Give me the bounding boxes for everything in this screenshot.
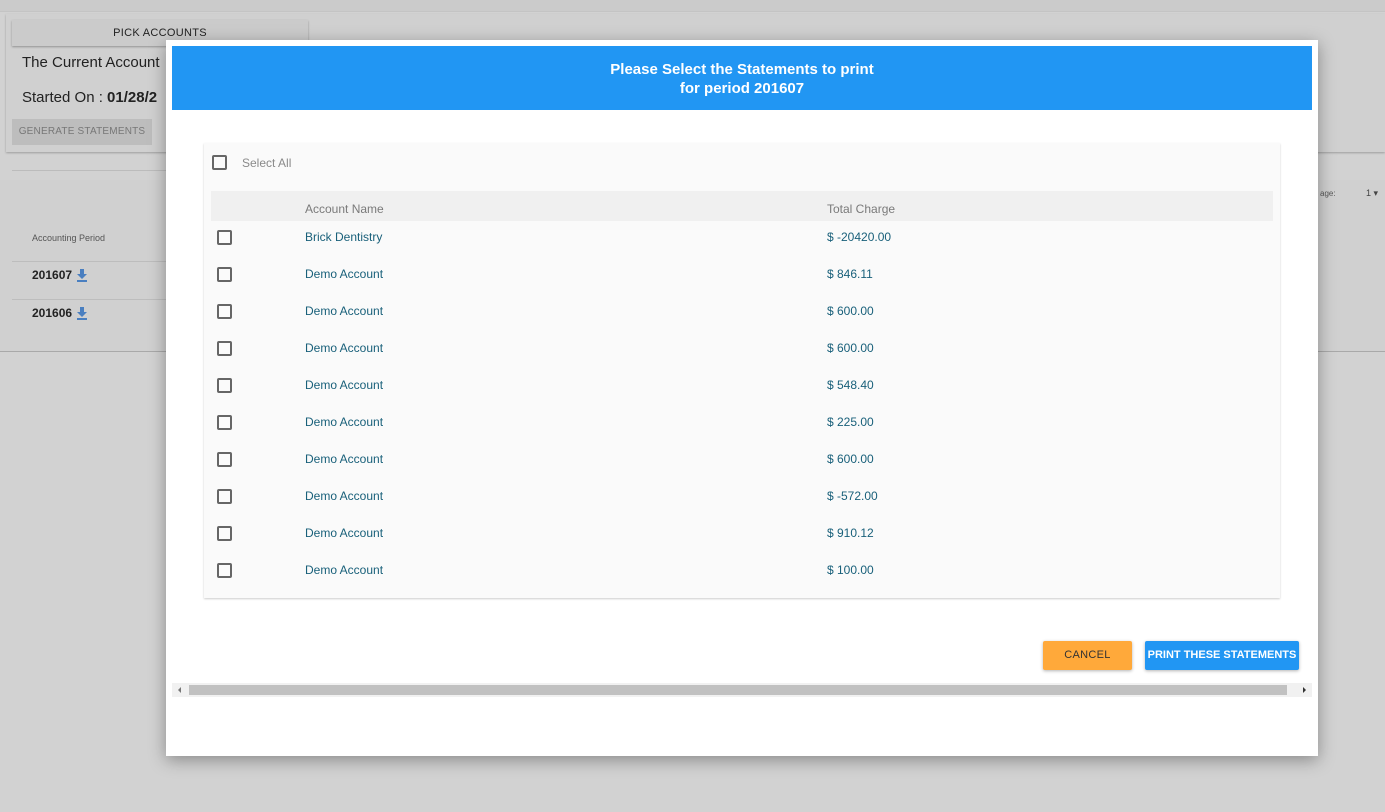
table-row: Demo Account $ 846.11 [211, 264, 1273, 301]
table-row: Brick Dentistry $ -20420.00 [211, 227, 1273, 264]
divider [12, 170, 166, 171]
generate-statements-button[interactable]: GENERATE STATEMENTS [12, 119, 152, 145]
scroll-right-icon[interactable] [1296, 683, 1312, 697]
cancel-button[interactable]: CANCEL [1043, 641, 1132, 670]
period-value: 201607 [32, 268, 73, 282]
horizontal-scrollbar[interactable] [172, 683, 1312, 697]
select-all-checkbox[interactable] [212, 155, 227, 170]
account-name: Demo Account [305, 378, 384, 392]
row-checkbox[interactable] [217, 230, 232, 245]
dialog-header: Please Select the Statements to print fo… [172, 46, 1312, 110]
rows-per-page-value: 1 [1366, 188, 1372, 198]
rows-per-page-select[interactable]: 1 ▾ [1366, 188, 1378, 199]
row-checkbox[interactable] [217, 341, 232, 356]
started-on-value: 01/28/2 [107, 89, 158, 106]
total-charge: $ 846.11 [827, 267, 873, 281]
scroll-left-icon[interactable] [172, 683, 188, 697]
top-bar [0, 0, 1385, 12]
table-row: Demo Account $ 600.00 [211, 301, 1273, 338]
started-on-text: Started On : 01/28/2 [22, 89, 157, 106]
download-icon[interactable] [76, 268, 88, 282]
row-checkbox[interactable] [217, 415, 232, 430]
select-all[interactable]: Select All [212, 155, 291, 170]
total-charge: $ -572.00 [827, 489, 878, 503]
scrollbar-thumb[interactable] [189, 685, 1287, 695]
account-name: Demo Account [305, 341, 384, 355]
row-checkbox[interactable] [217, 378, 232, 393]
print-statements-button[interactable]: PRINT THESE STATEMENTS [1145, 641, 1299, 670]
statements-panel: Select All Account Name Total Charge Bri… [204, 143, 1280, 598]
row-checkbox[interactable] [217, 526, 232, 541]
account-name: Demo Account [305, 563, 384, 577]
table-header: Account Name Total Charge [211, 191, 1273, 221]
account-name: Demo Account [305, 452, 384, 466]
table-row: Demo Account $ -572.00 [211, 486, 1273, 523]
account-name: Demo Account [305, 304, 384, 318]
row-checkbox[interactable] [217, 563, 232, 578]
account-name: Demo Account [305, 489, 384, 503]
row-divider [12, 261, 166, 262]
table-row: Demo Account $ 910.12 [211, 523, 1273, 560]
row-divider [12, 299, 166, 300]
row-checkbox[interactable] [217, 267, 232, 282]
print-statements-dialog: Please Select the Statements to print fo… [166, 40, 1318, 756]
total-charge: $ 600.00 [827, 341, 874, 355]
column-header-total-charge: Total Charge [827, 202, 896, 216]
row-checkbox[interactable] [217, 304, 232, 319]
select-all-label: Select All [242, 155, 292, 170]
total-charge: $ 225.00 [827, 415, 874, 429]
row-checkbox[interactable] [217, 452, 232, 467]
started-on-label: Started On : [22, 89, 108, 106]
total-charge: $ 100.00 [827, 563, 874, 577]
row-checkbox[interactable] [217, 489, 232, 504]
table-row: Demo Account $ 600.00 [211, 338, 1273, 375]
account-name: Brick Dentistry [305, 230, 383, 244]
total-charge: $ 600.00 [827, 304, 874, 318]
table-row: Demo Account $ 600.00 [211, 449, 1273, 486]
download-icon[interactable] [76, 306, 88, 320]
table-row: Demo Account $ 225.00 [211, 412, 1273, 449]
account-name: Demo Account [305, 415, 384, 429]
table-row: Demo Account $ 100.00 [211, 560, 1273, 597]
total-charge: $ 548.40 [827, 378, 874, 392]
rows-per-page-label: age: [1320, 189, 1336, 198]
column-header-account-name: Account Name [305, 202, 384, 216]
dialog-subtitle: for period 201607 [679, 80, 805, 97]
accounting-period-header: Accounting Period [32, 233, 106, 243]
account-name: Demo Account [305, 267, 384, 281]
current-account-text: The Current Account [22, 54, 160, 71]
total-charge: $ 910.12 [827, 526, 874, 540]
total-charge: $ -20420.00 [827, 230, 892, 244]
period-value: 201606 [32, 306, 73, 320]
account-name: Demo Account [305, 526, 384, 540]
table-row: Demo Account $ 548.40 [211, 375, 1273, 412]
period-row: 201606 [32, 306, 88, 320]
dialog-title: Please Select the Statements to print [610, 61, 874, 78]
period-row: 201607 [32, 268, 88, 282]
total-charge: $ 600.00 [827, 452, 874, 466]
